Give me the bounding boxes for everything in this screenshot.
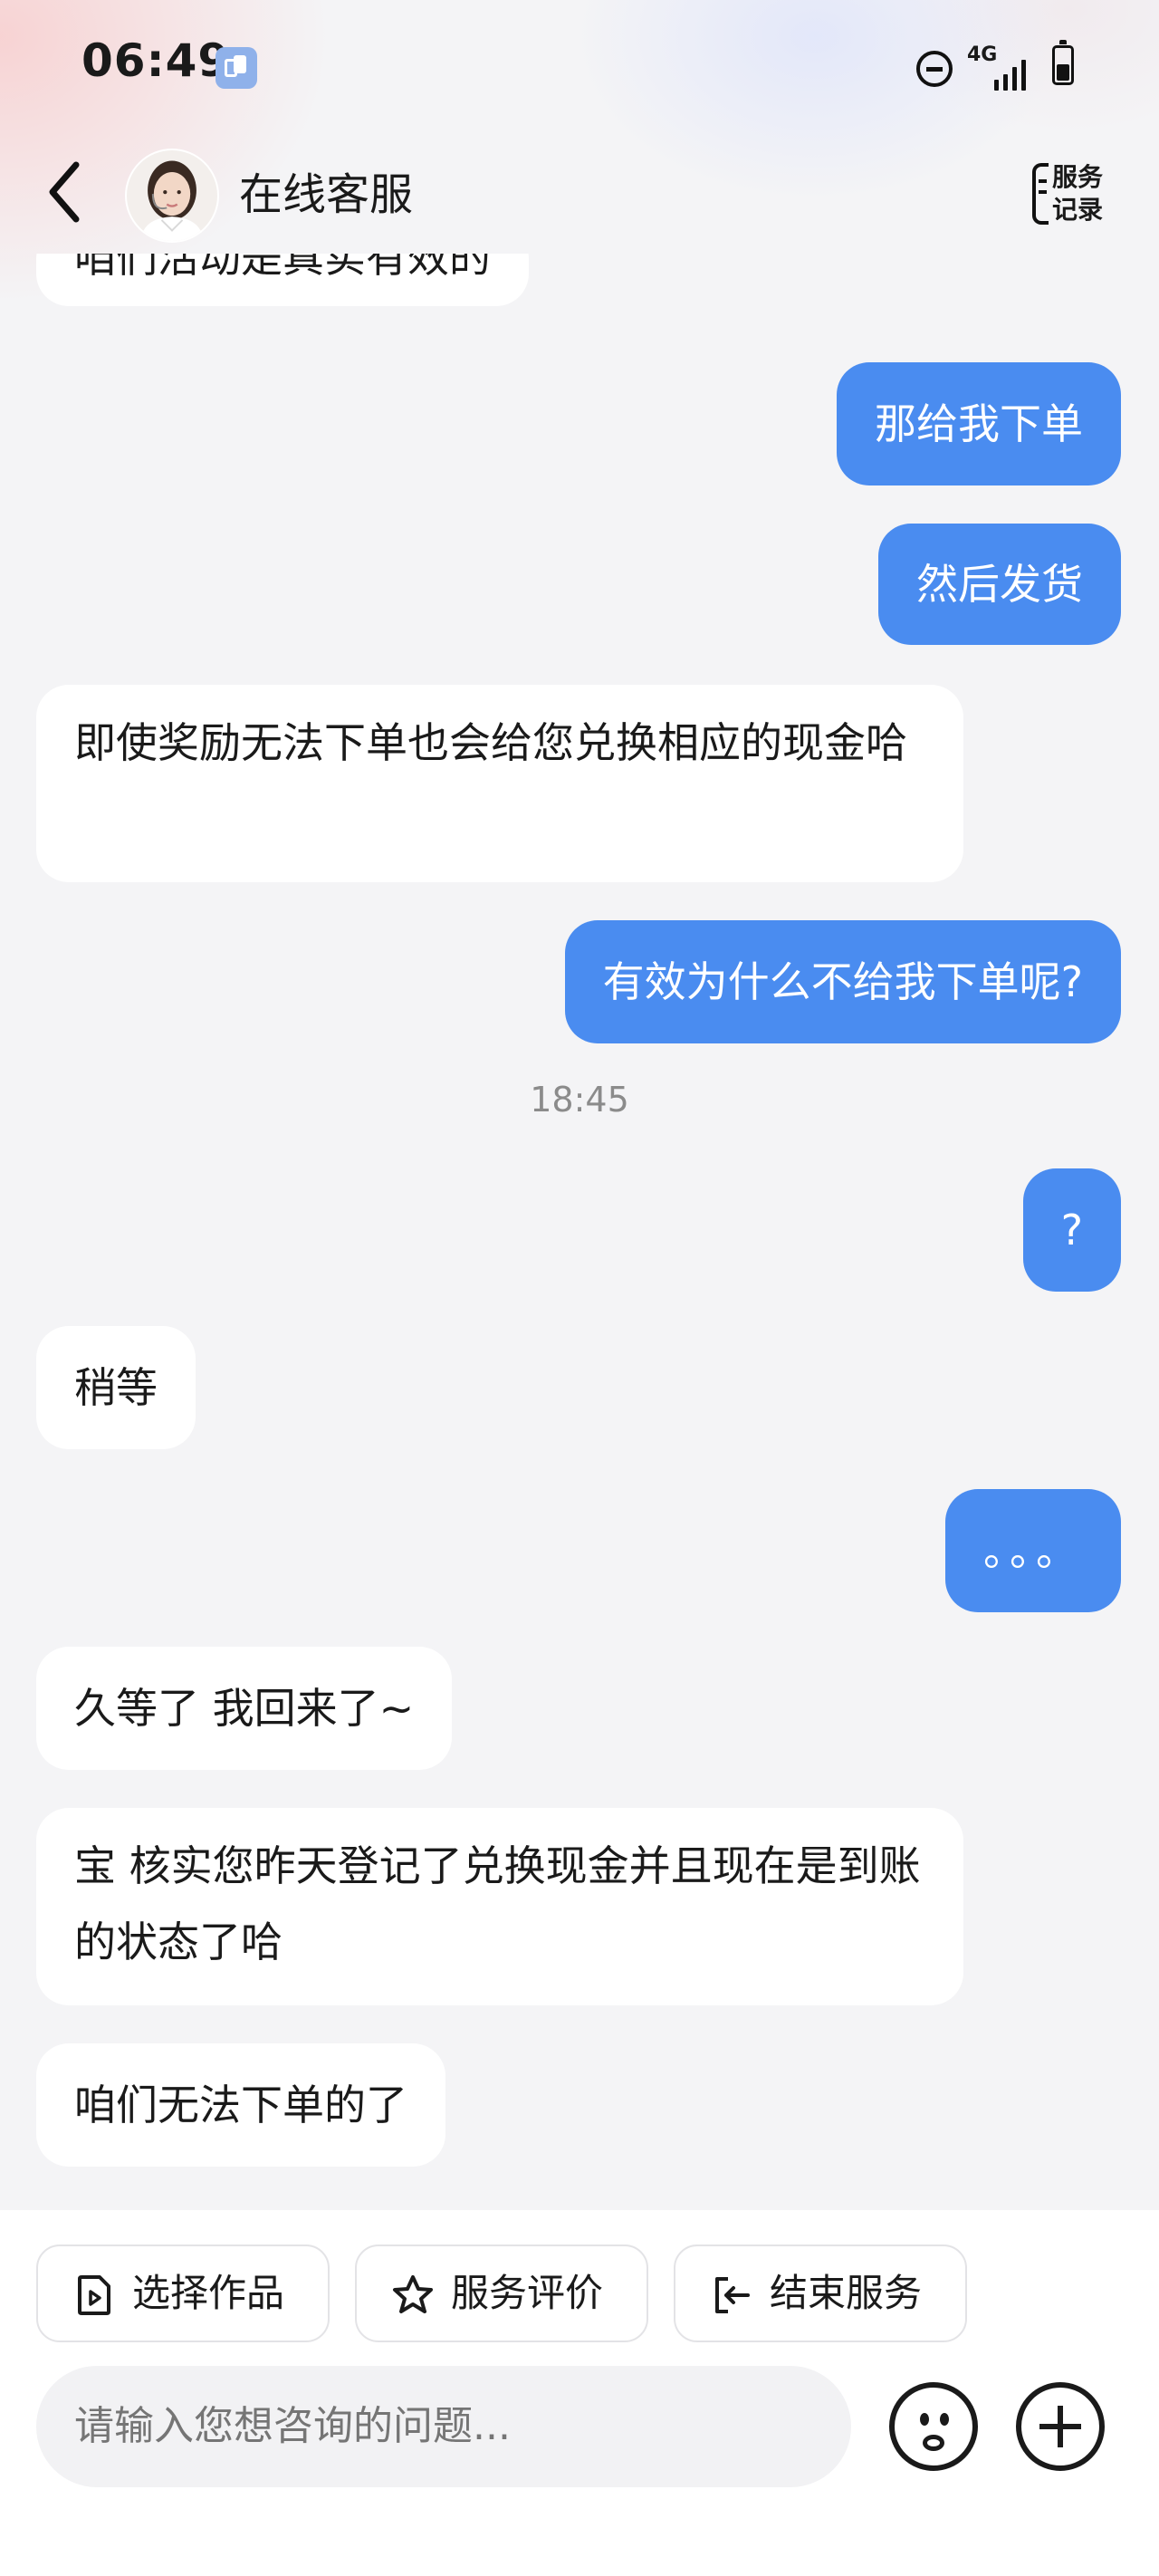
message-bubble-agent: 咱们活动是真实有效的 — [36, 254, 529, 306]
emoji-icon — [923, 2435, 944, 2451]
message-bubble-agent: 即使奖励无法下单也会给您兑换相应的现金哈 — [36, 685, 963, 882]
chat-header: 在线客服 服务 记录 — [0, 136, 1159, 254]
select-work-button[interactable]: 选择作品 — [36, 2244, 330, 2342]
avatar-image — [127, 150, 217, 241]
message-bubble-user: ? — [1022, 1168, 1121, 1292]
status-time: 06:49 — [81, 34, 231, 87]
battery-icon — [1052, 40, 1074, 85]
video-file-icon — [78, 2275, 110, 2315]
service-rating-button[interactable]: 服务评价 — [355, 2244, 648, 2342]
do-not-disturb-icon — [916, 51, 953, 87]
message-bubble-user: 然后发货 — [878, 524, 1121, 645]
star-icon — [393, 2275, 433, 2313]
message-bubble-user: 那给我下单 — [837, 362, 1121, 485]
end-service-label: 结束服务 — [770, 2271, 923, 2315]
message-bubble-user: 。。。 — [945, 1489, 1121, 1612]
chat-footer: 选择作品 服务评价 结束服务 — [0, 2210, 1159, 2576]
back-button[interactable] — [36, 156, 100, 228]
back-icon — [49, 161, 80, 223]
select-work-label: 选择作品 — [132, 2271, 285, 2315]
service-record-label-line2: 记录 — [1052, 195, 1104, 225]
chat-message-list[interactable]: 咱们活动是真实有效的 那给我下单 然后发货 即使奖励无法下单也会给您兑换相应的现… — [0, 254, 1159, 2210]
service-rating-label: 服务评价 — [451, 2271, 604, 2315]
service-record-label-line1: 服务 — [1052, 162, 1104, 192]
more-options-button[interactable] — [1016, 2382, 1105, 2471]
message-bubble-user: 有效为什么不给我下单呢? — [564, 920, 1121, 1043]
message-bubble-agent: 稍等 — [36, 1326, 196, 1449]
end-service-button[interactable]: 结束服务 — [674, 2244, 967, 2342]
service-record-icon — [1032, 163, 1049, 225]
clipboard-icon — [216, 47, 257, 89]
message-timestamp: 18:45 — [530, 1080, 629, 1120]
message-input[interactable] — [36, 2366, 851, 2487]
service-record-button[interactable]: 服务 记录 — [1032, 161, 1110, 230]
status-bar: 06:49 4G — [0, 0, 1159, 136]
signal-icon — [967, 54, 1030, 91]
emoji-button[interactable] — [889, 2382, 978, 2471]
page-title: 在线客服 — [239, 169, 414, 220]
agent-avatar[interactable] — [125, 149, 219, 243]
exit-icon — [715, 2277, 750, 2313]
message-bubble-agent: 久等了 我回来了~ — [36, 1647, 453, 1770]
message-bubble-agent: 咱们无法下单的了 — [36, 2043, 445, 2167]
message-bubble-agent: 宝 核实您昨天登记了兑换现金并且现在是到账的状态了哈 — [36, 1808, 963, 2005]
